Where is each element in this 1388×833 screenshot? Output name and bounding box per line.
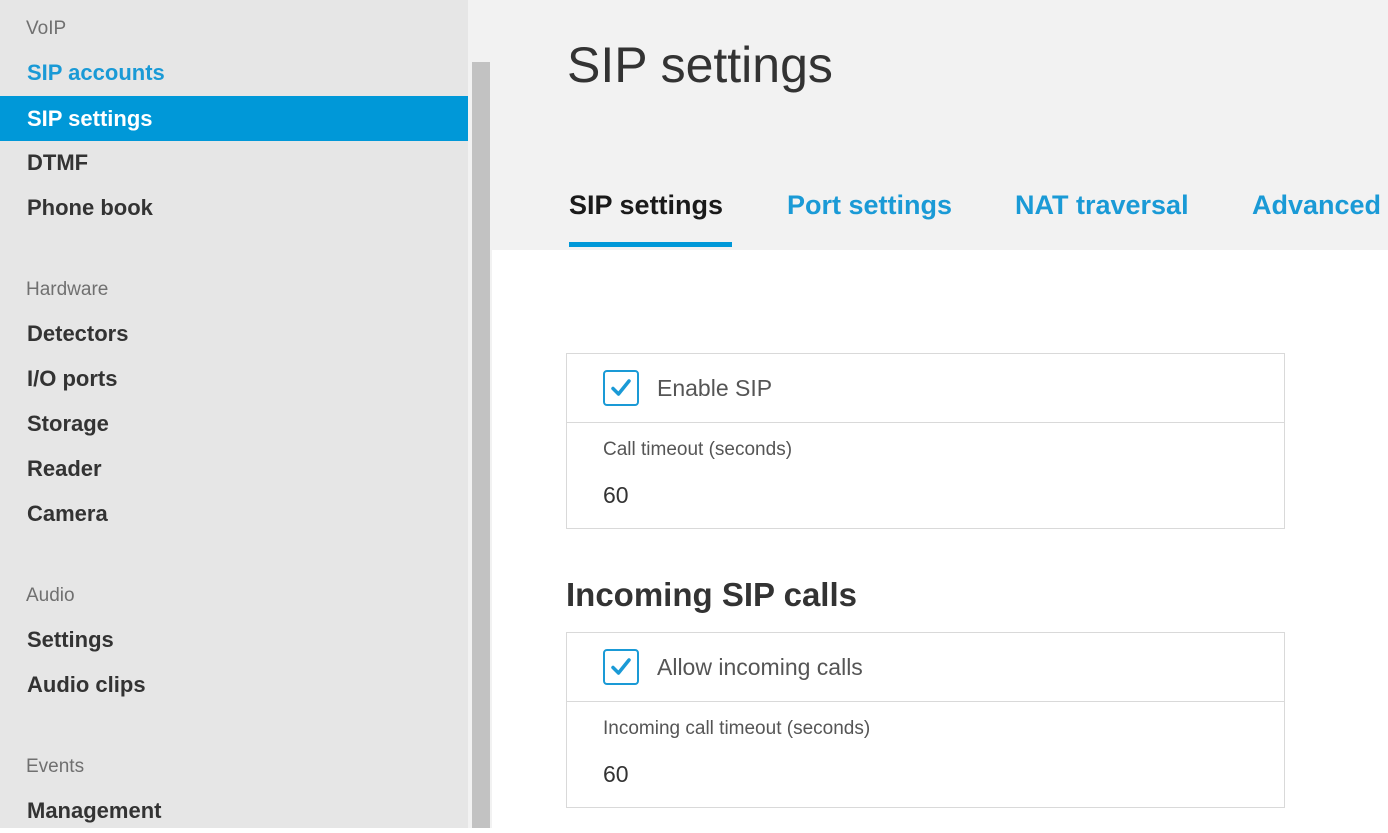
- sidebar-item-dtmf[interactable]: DTMF: [0, 140, 468, 185]
- sidebar-item-storage[interactable]: Storage: [0, 401, 468, 446]
- tab-port-settings[interactable]: Port settings: [787, 190, 952, 221]
- allow-incoming-label: Allow incoming calls: [657, 654, 863, 680]
- sip-general-card: Enable SIP Call timeout (seconds) 60: [566, 353, 1285, 529]
- group-header-events: Events: [26, 756, 85, 777]
- call-timeout-label: Call timeout (seconds): [603, 439, 793, 460]
- tab-sip-settings[interactable]: SIP settings: [569, 190, 723, 221]
- sidebar-item-sip-accounts[interactable]: SIP accounts: [0, 50, 468, 95]
- check-icon: [611, 379, 631, 396]
- check-icon: [611, 658, 631, 675]
- allow-incoming-row: Allow incoming calls: [567, 633, 1284, 702]
- sidebar-item-io-ports[interactable]: I/O ports: [0, 356, 468, 401]
- sidebar-item-audio-clips[interactable]: Audio clips: [0, 662, 468, 707]
- enable-sip-row: Enable SIP: [567, 354, 1284, 423]
- sidebar-scrollbar-thumb[interactable]: [472, 62, 490, 828]
- sidebar-item-sip-settings[interactable]: SIP settings: [0, 96, 468, 141]
- incoming-timeout-label: Incoming call timeout (seconds): [603, 718, 871, 739]
- sidebar-item-detectors[interactable]: Detectors: [0, 311, 468, 356]
- incoming-section-title: Incoming SIP calls: [566, 576, 857, 613]
- allow-incoming-checkbox[interactable]: [603, 649, 639, 685]
- tab-nat-traversal[interactable]: NAT traversal: [1015, 190, 1189, 221]
- page-title: SIP settings: [567, 37, 833, 93]
- sidebar-item-reader[interactable]: Reader: [0, 446, 468, 491]
- incoming-calls-card: Allow incoming calls Incoming call timeo…: [566, 632, 1285, 808]
- sidebar-item-camera[interactable]: Camera: [0, 491, 468, 536]
- sidebar-item-phone-book[interactable]: Phone book: [0, 185, 468, 230]
- group-header-voip: VoIP: [26, 18, 67, 39]
- group-header-hardware: Hardware: [26, 279, 109, 300]
- group-header-audio: Audio: [26, 585, 75, 606]
- sidebar: VoIP SIP accounts SIP settings DTMF Phon…: [0, 0, 468, 828]
- call-timeout-value[interactable]: 60: [603, 482, 629, 509]
- enable-sip-checkbox[interactable]: [603, 370, 639, 406]
- sidebar-item-management[interactable]: Management: [0, 788, 468, 833]
- active-tab-indicator: [569, 242, 732, 247]
- tab-advanced[interactable]: Advanced: [1252, 190, 1381, 221]
- enable-sip-label: Enable SIP: [657, 375, 773, 401]
- sidebar-item-audio-settings[interactable]: Settings: [0, 617, 468, 662]
- incoming-timeout-value[interactable]: 60: [603, 761, 629, 788]
